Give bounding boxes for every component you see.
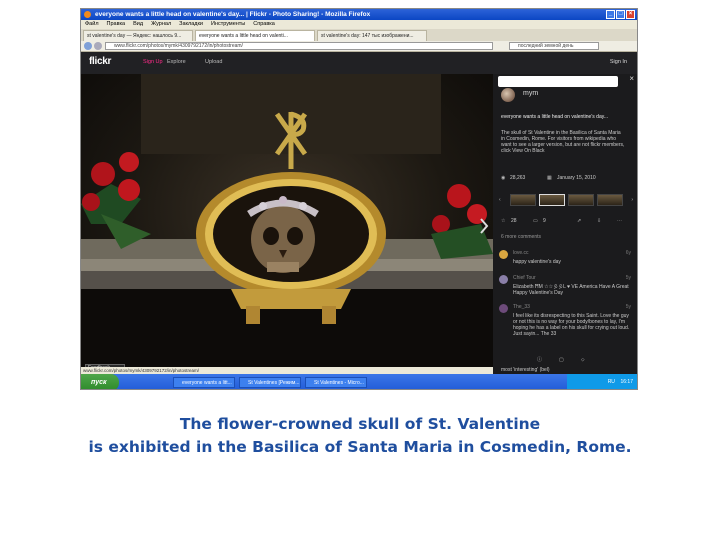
window-title: everyone wants a little head on valentin… [95,11,371,18]
download-icon[interactable]: ⇩ [597,218,601,224]
back-icon[interactable] [84,42,92,50]
language-indicator[interactable]: RU [608,379,615,385]
star-icon[interactable]: ☆ [501,218,505,224]
thumbnail-3[interactable] [568,194,594,206]
faves-count: 28 [511,218,517,224]
forward-icon[interactable] [94,42,102,50]
menu-history[interactable]: Журнал [151,20,171,29]
browser-screenshot: everyone wants a little head on valentin… [80,8,638,390]
menu-edit[interactable]: Правка [107,20,126,29]
albums-icon[interactable]: ▢ [559,357,564,363]
red-flowers-left [81,152,151,249]
flickr-logo[interactable]: flickr [89,56,111,67]
windows-taskbar: пуск everyone wants a litt... St Valenti… [81,374,637,389]
clock[interactable]: 16:17 [620,379,633,385]
comment-time: 5y [625,275,631,281]
photo-viewer[interactable] [81,74,493,374]
photo-description: The skull of St Valentine in the Basilic… [501,130,625,154]
status-bar: www.flickr.com/photos/mymk/4309792172/in… [81,367,493,374]
comment-time: 5y [625,304,631,310]
avatar[interactable] [499,275,508,284]
address-bar[interactable]: www.flickr.com/photos/mymk/4309792172/in… [105,42,493,50]
upload-date: January 15, 2010 [557,175,596,181]
comment-icon[interactable]: ▭ [533,218,538,224]
panel-footer-text: most 'interesting' (bel) [501,367,550,373]
author-name[interactable]: mym [523,90,538,97]
flickr-header: flickr Sign Up Explore Upload Sign In [81,52,637,74]
photo-info-panel: × mym everyone wants a little head on va… [493,74,637,374]
tags-icon[interactable]: ⬦ [581,357,585,363]
task-firefox[interactable]: everyone wants a litt... [173,377,235,388]
comment-author[interactable]: The_33 [513,304,530,310]
menu-file[interactable]: Файл [85,20,99,29]
comments-count: 9 [543,218,546,224]
menu-tools[interactable]: Инструменты [211,20,245,29]
close-icon[interactable]: × [626,10,635,19]
window-titlebar: everyone wants a little head on valentin… [81,9,637,20]
minimize-icon[interactable]: _ [606,10,615,19]
info-icon[interactable]: ⓘ [537,357,542,363]
share-icon[interactable]: ⇗ [577,218,581,224]
calendar-icon: ▦ [547,175,552,181]
menu-help[interactable]: Справка [253,20,275,29]
next-photo-icon[interactable]: › [631,197,633,203]
tab-yandex-images[interactable]: st valentine's day: 147 тыс изображени..… [317,30,427,41]
views-icon: ◉ [501,175,506,181]
close-panel-icon[interactable]: × [629,75,634,83]
avatar[interactable] [499,304,508,313]
nav-upload[interactable]: Upload [205,59,222,65]
flower-crowned-skull [247,196,319,273]
tab-bar: st valentine's day — Яндекс: нашлось 9..… [81,29,637,41]
avatar[interactable] [501,88,515,102]
navigation-bar: www.flickr.com/photos/mymk/4309792172/in… [81,41,637,52]
menu-view[interactable]: Вид [133,20,143,29]
views-count: 28,263 [510,175,526,181]
search-box[interactable]: последний земной день [509,42,599,50]
comment-text: I feel like its disrespecting to this Sa… [513,313,630,337]
avatar[interactable] [499,250,508,259]
skull-reliquary-photo [81,74,493,374]
menu-bookmarks[interactable]: Закладки [179,20,203,29]
thumbnail-2[interactable] [539,194,565,206]
start-button[interactable]: пуск [81,374,119,389]
menu-bar: Файл Правка Вид Журнал Закладки Инструме… [81,20,637,29]
caption-line-1: The flower-crowned skull of St. Valentin… [179,415,541,433]
task-word[interactable]: St Valentines - Micro... [305,377,367,388]
firefox-icon [84,11,91,18]
nav-explore[interactable]: Explore [167,59,186,65]
task-powerpoint[interactable]: St Valentines [Режим... [239,377,301,388]
tab-yandex-search[interactable]: st valentine's day — Яндекс: нашлось 9..… [83,30,193,41]
maximize-icon[interactable]: □ [616,10,625,19]
more-icon[interactable]: ⋯ [617,218,622,224]
thumbnail-4[interactable] [597,194,623,206]
comment-author[interactable]: love.cc [513,250,529,256]
thumbnail-1[interactable] [510,194,536,206]
sign-in-link[interactable]: Sign In [610,59,627,65]
more-comments-link[interactable]: 6 more comments [501,234,541,240]
system-tray: RU 16:17 [567,374,637,389]
nav-sign-up[interactable]: Sign Up [143,59,163,65]
comment-text: Elizabeth ĦM ☆☆彡彡L ♥ VE America Have A G… [513,284,629,296]
caption-line-2: is exhibited in the Basilica of Santa Ma… [88,438,632,456]
photo-title: everyone wants a little head on valentin… [501,114,609,120]
comment-text: happy valentine's day [513,259,561,265]
comment-time: 6y [625,250,631,256]
panel-search-field[interactable] [498,76,618,87]
tab-flickr-photo[interactable]: everyone wants a little head on valenti.… [195,30,315,41]
prev-photo-icon[interactable]: ‹ [499,197,501,203]
comment-author[interactable]: Chief Tour [513,275,536,281]
